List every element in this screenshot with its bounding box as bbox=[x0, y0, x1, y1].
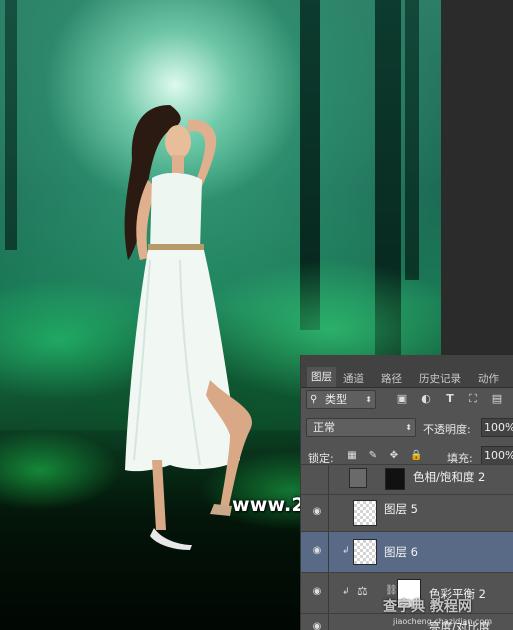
tree-trunk bbox=[5, 0, 17, 250]
eye-icon: ◉ bbox=[312, 506, 322, 517]
tree-trunk bbox=[405, 0, 419, 280]
adjustment-icon bbox=[349, 468, 367, 488]
brush-icon[interactable]: ✎ bbox=[367, 450, 379, 462]
eye-icon: ◉ bbox=[312, 621, 322, 630]
lock-transparent-icon[interactable]: ▦ bbox=[346, 450, 358, 462]
layer-row[interactable]: 色相/饱和度 2 bbox=[301, 464, 513, 494]
transform-icon[interactable]: ⛶ bbox=[466, 392, 480, 406]
text-icon[interactable]: T bbox=[443, 392, 457, 406]
tab-layers[interactable]: 图层 bbox=[307, 367, 336, 387]
chain-link-icon: ⛓ bbox=[385, 585, 398, 596]
tab-actions[interactable]: 动作 bbox=[478, 371, 499, 387]
eye-icon: ◉ bbox=[312, 545, 322, 556]
layer-name: 图层 6 bbox=[384, 545, 418, 559]
circle-half-icon[interactable]: ◐ bbox=[419, 392, 433, 406]
layer-mask-thumb bbox=[385, 468, 405, 490]
layer-filter-select[interactable]: ⚲ 类型 ⬍ bbox=[306, 390, 376, 409]
visibility-toggle[interactable]: ◉ bbox=[302, 532, 329, 572]
site-url: jiaocheng.chazidian.com bbox=[393, 617, 493, 626]
clipping-mask-icon: ↲ bbox=[342, 587, 350, 597]
visibility-toggle[interactable]: ◉ bbox=[302, 573, 329, 613]
layer-thumb bbox=[353, 539, 377, 565]
tab-channels[interactable]: 通道 bbox=[343, 371, 364, 387]
move-icon[interactable]: ✥ bbox=[388, 450, 400, 462]
tab-paths[interactable]: 路径 bbox=[381, 371, 402, 387]
layer-thumb bbox=[353, 500, 377, 526]
visibility-toggle[interactable]: ◉ bbox=[302, 495, 329, 531]
image-icon[interactable]: ▣ bbox=[395, 392, 409, 406]
clipping-mask-icon: ↲ bbox=[342, 546, 350, 556]
blend-mode-value: 正常 bbox=[313, 421, 335, 434]
woman-figure bbox=[124, 105, 252, 550]
chevron-updown-icon: ⬍ bbox=[365, 395, 372, 404]
opacity-input[interactable]: 100% bbox=[481, 418, 513, 437]
layer-name: 图层 5 bbox=[384, 502, 418, 516]
panel-tab-bar: 图层 通道 路径 历史记录 动作 bbox=[301, 355, 513, 388]
layer-filter-value: 类型 bbox=[325, 393, 347, 406]
site-watermark: 查字典 教程网 bbox=[383, 599, 472, 615]
blend-mode-select[interactable]: 正常 ⬍ bbox=[306, 418, 416, 437]
visibility-toggle[interactable]: ◉ bbox=[302, 614, 329, 630]
visibility-toggle[interactable] bbox=[302, 465, 329, 494]
tab-history[interactable]: 历史记录 bbox=[419, 371, 461, 387]
balance-icon: ⚖ bbox=[357, 584, 368, 598]
lock-icon[interactable]: 🔒 bbox=[410, 450, 422, 462]
layer-row[interactable]: ◉ 图层 5 bbox=[301, 494, 513, 531]
eye-icon: ◉ bbox=[312, 586, 322, 597]
layer-name: 色相/饱和度 2 bbox=[413, 470, 486, 484]
layer-row-selected[interactable]: ◉ ↲ 图层 6 bbox=[301, 531, 513, 572]
smart-object-icon[interactable]: ▤ bbox=[490, 392, 504, 406]
fill-input[interactable]: 100% bbox=[481, 446, 513, 465]
layers-panel: 图层 通道 路径 历史记录 动作 ⚲ 类型 ⬍ ▣ ◐ T ⛶ ▤ 正常 ⬍ 不… bbox=[300, 355, 513, 630]
workspace-background bbox=[441, 0, 513, 355]
search-icon: ⚲ bbox=[310, 394, 318, 405]
opacity-label: 不透明度: bbox=[423, 423, 471, 436]
chevron-updown-icon: ⬍ bbox=[405, 423, 412, 432]
